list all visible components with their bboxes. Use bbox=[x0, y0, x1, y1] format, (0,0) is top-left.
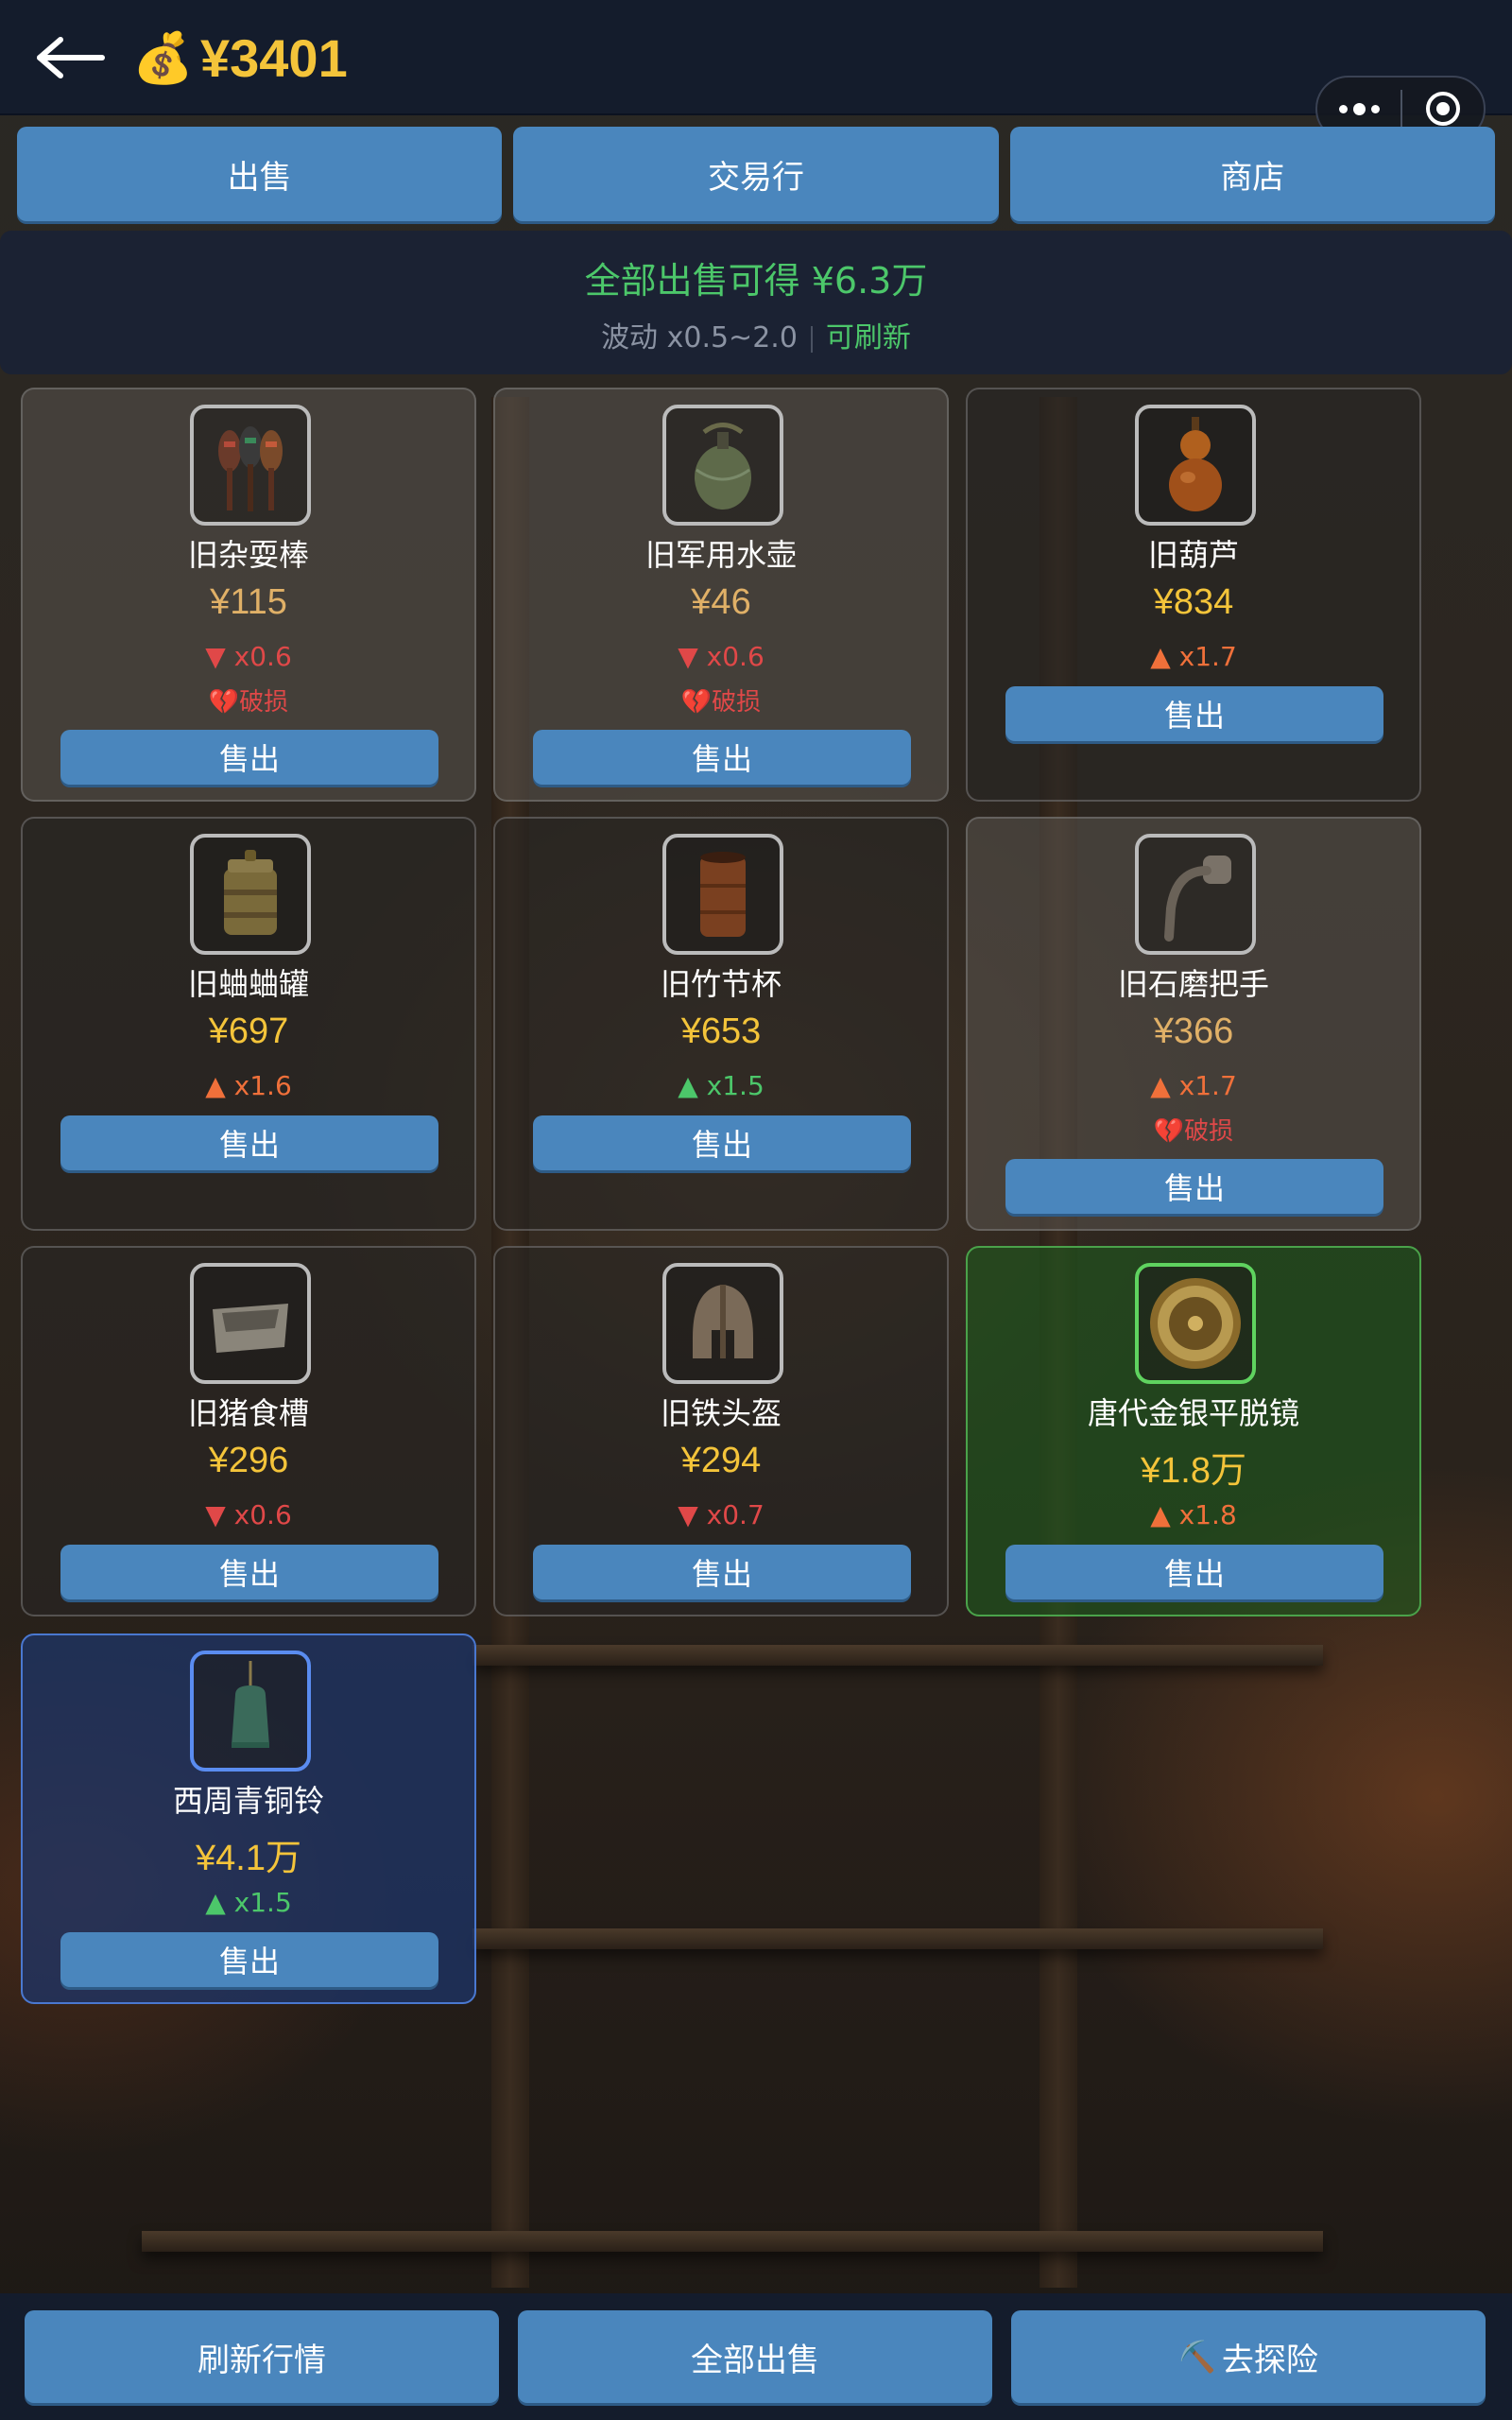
item-price: ¥1.8万 bbox=[1141, 1451, 1246, 1491]
item-price: ¥294 bbox=[680, 1441, 762, 1480]
item-price: ¥697 bbox=[208, 1011, 289, 1051]
item-price: ¥366 bbox=[1153, 1011, 1234, 1051]
item-price: ¥115 bbox=[210, 582, 287, 622]
go-explore-button[interactable]: ⛏️ 去探险 bbox=[1011, 2310, 1486, 2403]
price-multiplier: ▲ x1.7 bbox=[1150, 1070, 1237, 1101]
price-multiplier: ▲ x1.5 bbox=[205, 1887, 292, 1918]
sell-button[interactable]: 售出 bbox=[60, 1115, 438, 1170]
sell-button[interactable]: 售出 bbox=[533, 730, 911, 785]
iron-helmet-icon bbox=[662, 1263, 783, 1384]
sell-button[interactable]: 售出 bbox=[1005, 1159, 1383, 1214]
bronze-bell-icon bbox=[190, 1651, 311, 1772]
arrow-left-icon bbox=[37, 37, 105, 78]
millstone-handle-icon bbox=[1135, 834, 1256, 955]
item-price: ¥46 bbox=[691, 582, 751, 622]
sell-button[interactable]: 售出 bbox=[533, 1545, 911, 1599]
item-name: 旧石磨把手 bbox=[1117, 966, 1269, 1002]
item-name: 旧猪食槽 bbox=[187, 1395, 309, 1431]
sell-summary-panel: 全部出售可得 ¥6.3万 波动 x0.5~2.0 可刷新 bbox=[0, 231, 1512, 374]
balance-display: ¥3401 bbox=[200, 28, 348, 88]
damaged-badge: 💔破损 bbox=[680, 688, 762, 717]
item-name: 唐代金银平脱镜 bbox=[1087, 1395, 1299, 1431]
sell-button[interactable]: 售出 bbox=[60, 1932, 438, 1987]
item-card: 旧杂耍棒 ¥115 ▼ x0.6 💔破损 售出 bbox=[21, 388, 476, 802]
item-price: ¥296 bbox=[208, 1441, 289, 1480]
sell-button[interactable]: 售出 bbox=[60, 1545, 438, 1599]
tab-sell[interactable]: 出售 bbox=[17, 127, 503, 221]
item-card: 旧铁头盔 ¥294 ▼ x0.7 售出 bbox=[493, 1246, 949, 1616]
refresh-market-button[interactable]: 刷新行情 bbox=[25, 2310, 499, 2403]
price-multiplier: ▲ x1.5 bbox=[678, 1070, 765, 1101]
price-multiplier: ▲ x1.8 bbox=[1150, 1499, 1237, 1530]
item-card: 旧蛐蛐罐 ¥697 ▲ x1.6 售出 bbox=[21, 817, 476, 1231]
price-multiplier: ▼ x0.6 bbox=[205, 641, 292, 672]
price-multiplier: ▼ x0.6 bbox=[678, 641, 765, 672]
sell-button[interactable]: 售出 bbox=[1005, 686, 1383, 741]
pickaxe-icon: ⛏️ bbox=[1178, 2339, 1216, 2375]
fluctuation-text: 波动 x0.5~2.0 bbox=[601, 321, 798, 354]
item-card: 唐代金银平脱镜 ¥1.8万 ▲ x1.8 售出 bbox=[966, 1246, 1421, 1616]
bottom-action-bar: 刷新行情 全部出售 ⛏️ 去探险 bbox=[0, 2293, 1512, 2420]
background-shelf bbox=[142, 2231, 1323, 2252]
juggling-clubs-icon bbox=[190, 405, 311, 526]
sell-button[interactable]: 售出 bbox=[533, 1115, 911, 1170]
item-name: 旧铁头盔 bbox=[660, 1395, 782, 1431]
tab-trading-house[interactable]: 交易行 bbox=[513, 127, 999, 221]
stone-trough-icon bbox=[190, 1263, 311, 1384]
gourd-icon bbox=[1135, 405, 1256, 526]
bamboo-cup-icon bbox=[662, 834, 783, 955]
damaged-badge: 💔破损 bbox=[1153, 1117, 1234, 1146]
target-icon bbox=[1425, 92, 1460, 126]
go-explore-label: 去探险 bbox=[1221, 2341, 1318, 2379]
sell-all-button[interactable]: 全部出售 bbox=[518, 2310, 992, 2403]
bronze-mirror-icon bbox=[1135, 1263, 1256, 1384]
top-bar: 💰 ¥3401 bbox=[0, 0, 1512, 115]
item-card: 旧军用水壶 ¥46 ▼ x0.6 💔破损 售出 bbox=[493, 388, 949, 802]
price-multiplier: ▼ x0.7 bbox=[678, 1499, 765, 1530]
price-multiplier: ▲ x1.6 bbox=[205, 1070, 292, 1101]
item-card: 旧猪食槽 ¥296 ▼ x0.6 售出 bbox=[21, 1246, 476, 1616]
money-bag-icon: 💰 bbox=[132, 30, 194, 87]
total-value-text: 全部出售可得 ¥6.3万 bbox=[584, 260, 928, 302]
cricket-jar-icon bbox=[190, 834, 311, 955]
item-card: 旧葫芦 ¥834 ▲ x1.7 售出 bbox=[966, 388, 1421, 802]
canteen-icon bbox=[662, 405, 783, 526]
tab-bar: 出售 交易行 商店 bbox=[17, 127, 1495, 221]
fluctuation-row: 波动 x0.5~2.0 可刷新 bbox=[0, 314, 1512, 355]
item-card: 旧竹节杯 ¥653 ▲ x1.5 售出 bbox=[493, 817, 949, 1231]
item-price: ¥834 bbox=[1153, 582, 1234, 622]
background-shelf bbox=[472, 1928, 1323, 1949]
item-price: ¥653 bbox=[680, 1011, 762, 1051]
item-name: 旧葫芦 bbox=[1147, 537, 1239, 573]
item-name: 旧蛐蛐罐 bbox=[187, 966, 309, 1002]
item-name: 西周青铜铃 bbox=[172, 1783, 324, 1819]
price-multiplier: ▼ x0.6 bbox=[205, 1499, 292, 1530]
refresh-available-text: 可刷新 bbox=[825, 321, 911, 354]
damaged-badge: 💔破损 bbox=[208, 688, 289, 717]
price-multiplier: ▲ x1.7 bbox=[1150, 641, 1237, 672]
sell-button[interactable]: 售出 bbox=[1005, 1545, 1383, 1599]
sell-button[interactable]: 售出 bbox=[60, 730, 438, 785]
more-menu-button[interactable] bbox=[1317, 102, 1400, 115]
item-card: 旧石磨把手 ¥366 ▲ x1.7 💔破损 售出 bbox=[966, 817, 1421, 1231]
back-button[interactable] bbox=[34, 34, 110, 81]
close-program-button[interactable] bbox=[1402, 92, 1484, 126]
tab-shop[interactable]: 商店 bbox=[1009, 127, 1495, 221]
item-card: 西周青铜铃 ¥4.1万 ▲ x1.5 售出 bbox=[21, 1634, 476, 2004]
item-name: 旧军用水壶 bbox=[644, 537, 797, 573]
item-name: 旧竹节杯 bbox=[660, 966, 782, 1002]
item-price: ¥4.1万 bbox=[196, 1839, 301, 1878]
background-shelf bbox=[472, 1645, 1323, 1666]
item-name: 旧杂耍棒 bbox=[187, 537, 309, 573]
